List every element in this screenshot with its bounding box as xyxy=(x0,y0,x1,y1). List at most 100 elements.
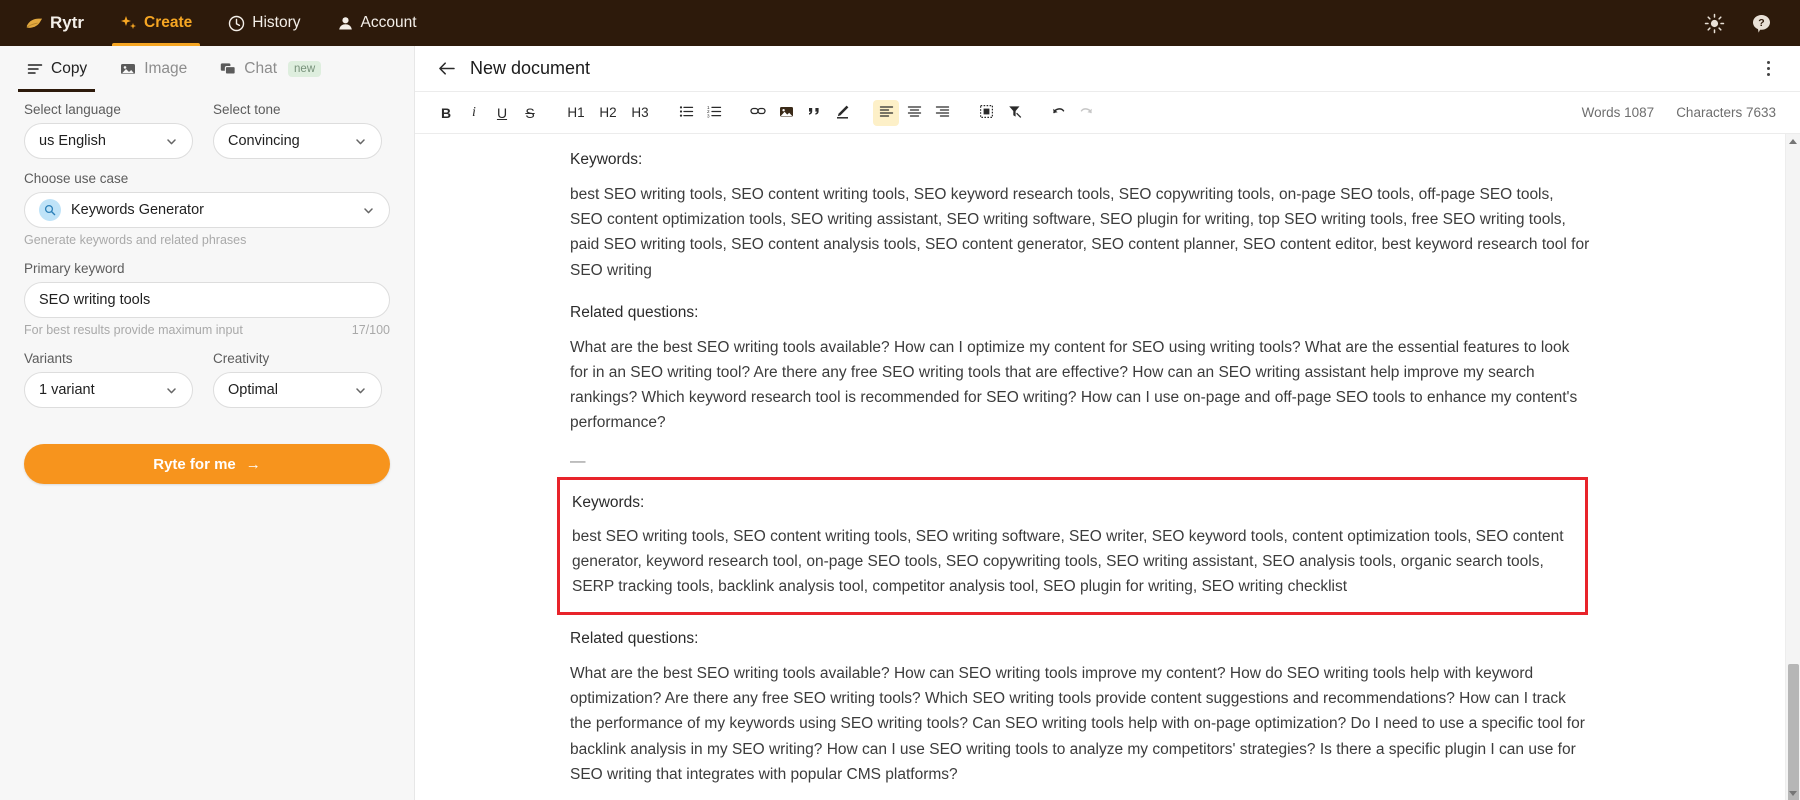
quote-icon xyxy=(807,104,822,122)
bullet-list-button[interactable] xyxy=(673,100,699,126)
use-case-select[interactable]: Keywords Generator xyxy=(24,192,390,228)
primary-keyword-input[interactable]: SEO writing tools xyxy=(24,282,390,318)
questions-heading-1: Related questions: xyxy=(570,303,699,321)
language-label: Select language xyxy=(24,102,121,117)
keywords-heading-1: Keywords: xyxy=(570,151,643,168)
link-button[interactable] xyxy=(745,100,771,126)
variants-select[interactable]: 1 variant xyxy=(24,372,193,408)
tab-chat[interactable]: Chat new xyxy=(205,46,335,92)
nav-label-account: Account xyxy=(360,14,417,31)
strikethrough-label: S xyxy=(525,104,535,121)
tab-copy[interactable]: Copy xyxy=(12,46,101,92)
image-button[interactable] xyxy=(773,100,799,126)
highlight-button[interactable] xyxy=(829,100,855,126)
align-center-button[interactable] xyxy=(901,100,927,126)
bold-button[interactable]: B xyxy=(433,100,459,126)
search-icon xyxy=(39,199,61,221)
italic-label: i xyxy=(472,104,476,120)
arrow-left-icon[interactable] xyxy=(437,59,456,78)
frame-icon xyxy=(979,104,994,122)
theme-sun-icon[interactable] xyxy=(1704,13,1725,34)
align-left-icon xyxy=(879,104,894,122)
tone-select[interactable]: Convincing xyxy=(213,123,382,159)
clock-icon xyxy=(228,15,245,32)
undo-icon xyxy=(1051,104,1066,122)
quote-button[interactable] xyxy=(801,100,827,126)
settings-form: Select language us English Select tone C… xyxy=(0,92,414,420)
frame-button[interactable] xyxy=(973,100,999,126)
image-icon xyxy=(779,104,794,122)
content-block-keywords-1: Keywords: best SEO writing tools, SEO co… xyxy=(570,148,1590,283)
chevron-down-icon xyxy=(165,384,178,397)
h3-label: H3 xyxy=(631,105,649,120)
primary-keyword-counter: 17/100 xyxy=(351,323,390,337)
topnav-right-actions: ? xyxy=(1704,13,1782,34)
ryte-for-me-label: Ryte for me xyxy=(153,455,236,473)
help-question-icon[interactable]: ? xyxy=(1751,13,1772,34)
redo-button[interactable] xyxy=(1073,100,1099,126)
scrollbar-thumb[interactable] xyxy=(1788,664,1799,800)
word-count: Words 1087 xyxy=(1581,105,1655,120)
scroll-up-arrow-icon[interactable] xyxy=(1786,134,1800,148)
heading-2-button[interactable]: H2 xyxy=(593,100,623,126)
editor-panel: New document B i U S H1 H2 H3 123 Words … xyxy=(415,46,1800,800)
person-icon xyxy=(337,15,354,32)
arrow-right-icon: → xyxy=(245,455,261,473)
chevron-down-icon xyxy=(362,204,375,217)
content-block-questions-1: Related questions: What are the best SEO… xyxy=(570,301,1590,436)
document-page: Keywords: best SEO writing tools, SEO co… xyxy=(557,148,1590,787)
mode-tab-bar: Copy Image Chat new xyxy=(0,46,414,92)
nav-item-rytr[interactable]: Rytr xyxy=(18,0,102,46)
content-block-questions-2: Related questions: What are the best SEO… xyxy=(570,627,1590,787)
left-settings-panel: Copy Image Chat new Select language us E… xyxy=(0,46,415,800)
chat-icon xyxy=(219,61,236,78)
primary-keyword-hint-row: For best results provide maximum input 1… xyxy=(24,323,390,337)
undo-button[interactable] xyxy=(1045,100,1071,126)
language-tone-row: Select language us English Select tone C… xyxy=(24,102,390,171)
image-icon xyxy=(119,61,136,78)
nav-item-create[interactable]: Create xyxy=(102,0,210,46)
nav-label-create: Create xyxy=(144,14,193,31)
tab-image[interactable]: Image xyxy=(105,46,201,92)
ryte-for-me-button[interactable]: Ryte for me → xyxy=(24,444,390,484)
tab-chat-label: Chat xyxy=(244,60,278,77)
tone-value: Convincing xyxy=(228,133,300,149)
variants-label: Variants xyxy=(24,351,73,366)
editor-toolbar: B i U S H1 H2 H3 123 Words 1087 Characte… xyxy=(415,92,1800,134)
sparkle-icon xyxy=(120,15,137,32)
keywords-text-2: best SEO writing tools, SEO content writ… xyxy=(572,527,1564,595)
numbered-list-button[interactable]: 123 xyxy=(701,100,727,126)
primary-keyword-hint: For best results provide maximum input xyxy=(24,323,243,337)
heading-3-button[interactable]: H3 xyxy=(625,100,655,126)
kebab-menu-icon[interactable] xyxy=(1758,59,1778,79)
tone-field: Select tone Convincing xyxy=(213,102,382,159)
creativity-label: Creativity xyxy=(213,351,270,366)
primary-keyword-value: SEO writing tools xyxy=(39,292,151,308)
tone-label: Select tone xyxy=(213,102,281,117)
language-field: Select language us English xyxy=(24,102,193,159)
nav-item-history[interactable]: History xyxy=(210,0,318,46)
nav-item-account[interactable]: Account xyxy=(319,0,435,46)
clear-format-button[interactable] xyxy=(1001,100,1027,126)
content-divider: — xyxy=(570,453,587,471)
creativity-select[interactable]: Optimal xyxy=(213,372,382,408)
heading-1-button[interactable]: H1 xyxy=(561,100,591,126)
align-left-button[interactable] xyxy=(873,99,899,126)
vertical-scrollbar[interactable] xyxy=(1785,134,1800,800)
page-title: New document xyxy=(470,58,591,78)
document-canvas[interactable]: Keywords: best SEO writing tools, SEO co… xyxy=(415,134,1785,800)
redo-icon xyxy=(1079,104,1094,122)
document-header: New document xyxy=(415,46,1800,92)
use-case-label: Choose use case xyxy=(24,171,129,186)
italic-button[interactable]: i xyxy=(461,100,487,126)
tab-copy-label: Copy xyxy=(51,60,88,77)
creativity-field: Creativity Optimal xyxy=(213,351,382,408)
scroll-down-arrow-icon[interactable] xyxy=(1786,786,1800,800)
strikethrough-button[interactable]: S xyxy=(517,100,543,126)
link-icon xyxy=(750,103,766,122)
align-right-button[interactable] xyxy=(929,100,955,126)
app-body: Copy Image Chat new Select language us E… xyxy=(0,46,1800,800)
variants-field: Variants 1 variant xyxy=(24,351,193,408)
language-select[interactable]: us English xyxy=(24,123,193,159)
underline-button[interactable]: U xyxy=(489,100,515,126)
